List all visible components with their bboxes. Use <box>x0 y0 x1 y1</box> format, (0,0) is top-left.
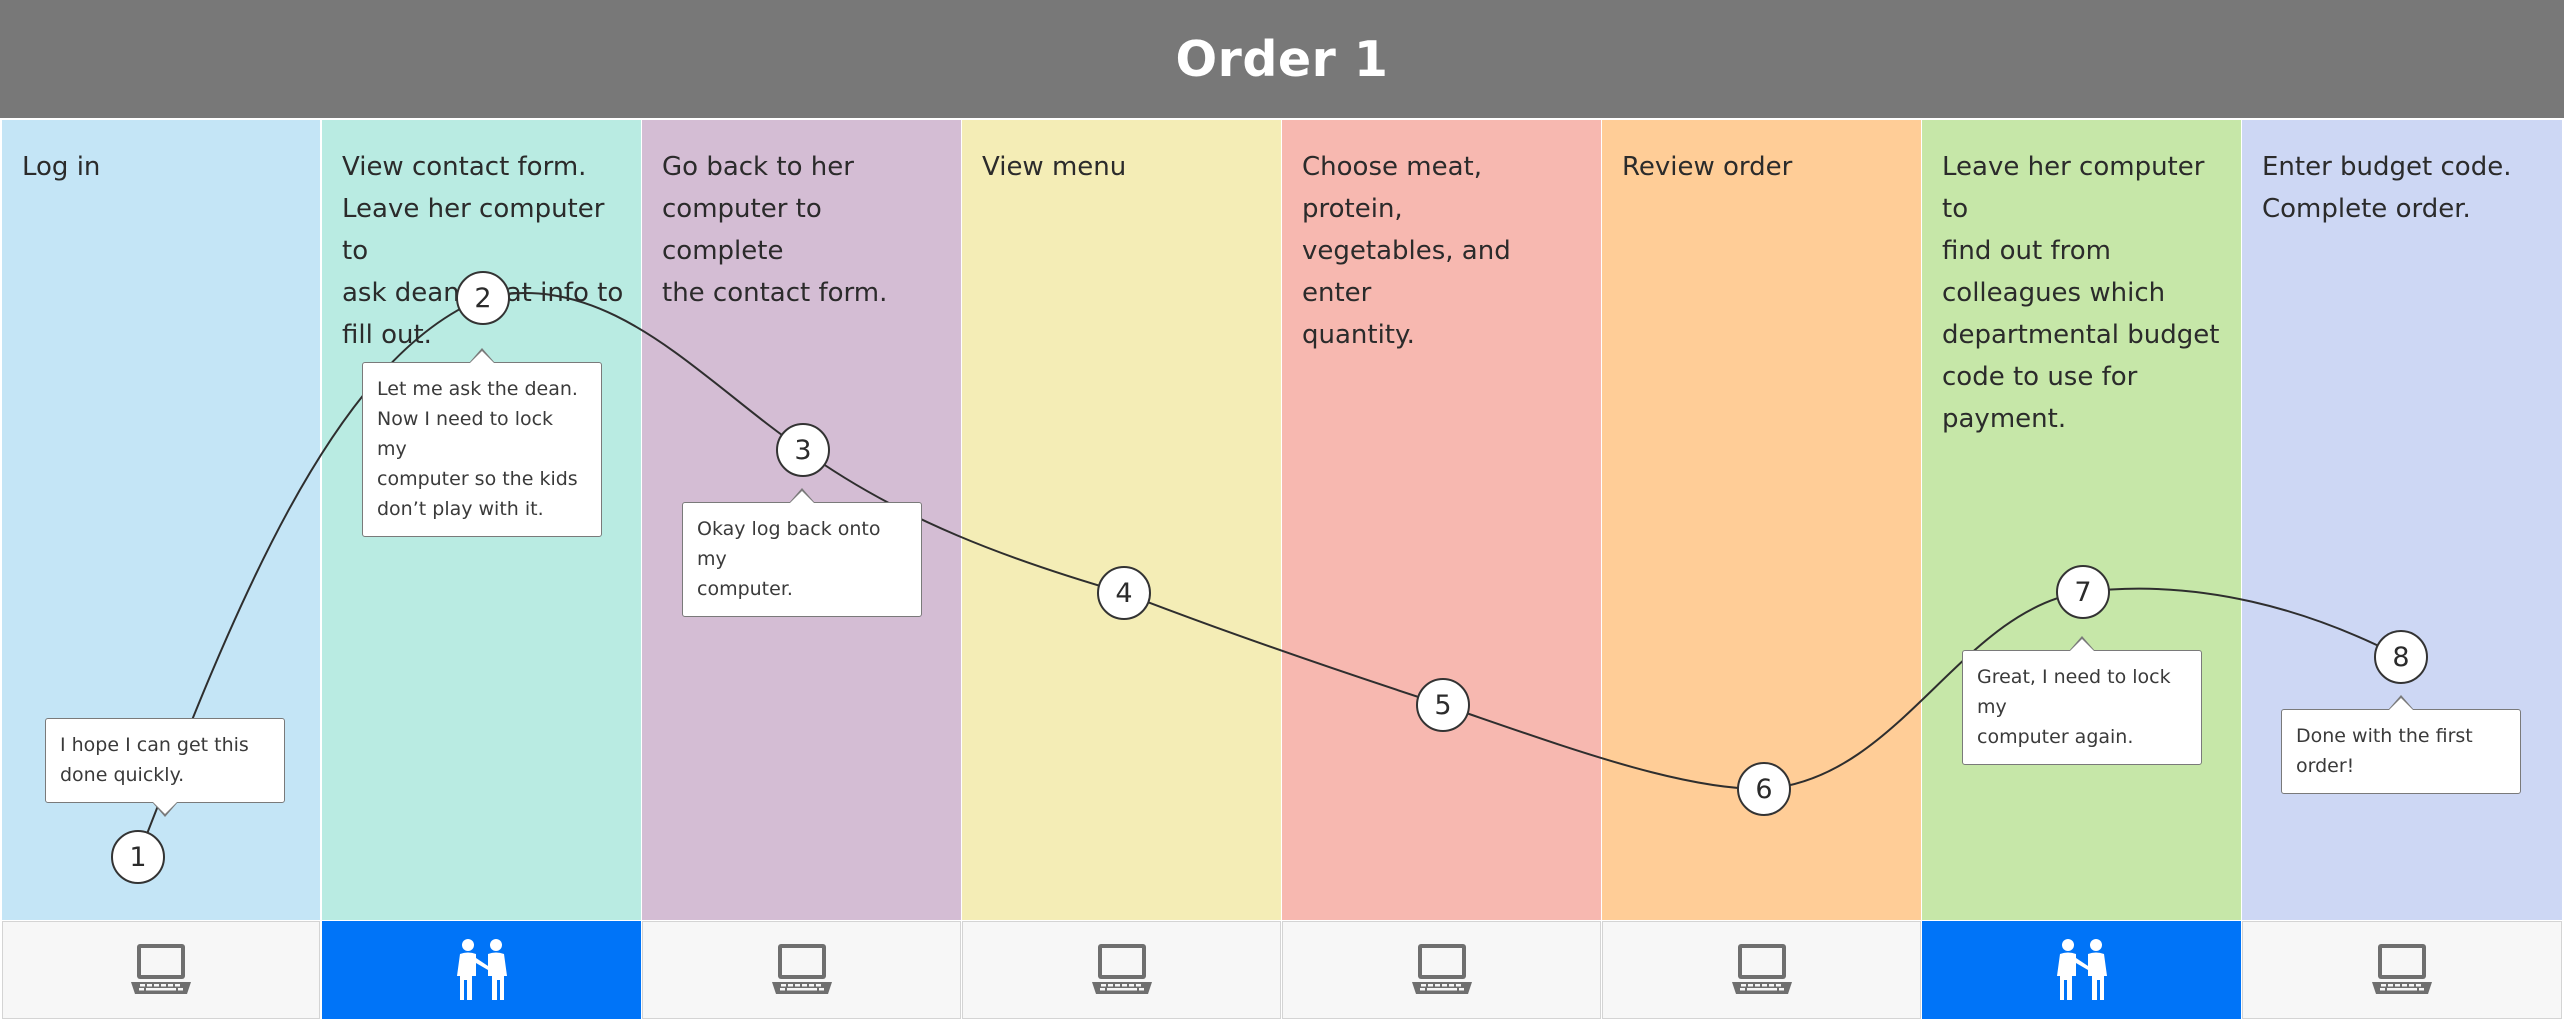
step-comment-bubble: Okay log back onto my computer. <box>682 488 922 617</box>
laptop-icon <box>1411 944 1472 994</box>
stage-channel-cell <box>1922 921 2241 1019</box>
stage-channel-cell <box>322 921 641 1019</box>
stage-channel-cell <box>2242 921 2562 1019</box>
step-number: 7 <box>2074 576 2092 608</box>
step-number: 8 <box>2392 641 2410 673</box>
stage-label: View menu <box>982 152 1127 182</box>
stage-lanes: Log in View contact form. Leave her comp… <box>0 118 2564 1022</box>
laptop-icon <box>131 944 191 994</box>
stage-label: Leave her computer to find out from coll… <box>1942 152 2220 434</box>
step-marker: 2 <box>456 271 510 325</box>
laptop-icon <box>1731 944 1792 994</box>
stage-channel-cell <box>962 921 1281 1019</box>
stage-lane: View menu <box>962 120 1281 920</box>
step-number: 1 <box>129 841 147 873</box>
stage-channel-cell <box>2 921 320 1019</box>
step-number: 5 <box>1434 689 1452 721</box>
step-marker: 1 <box>111 830 165 884</box>
stage-channel-cell <box>1282 921 1601 1019</box>
stage-lane: Choose meat, protein, vegetables, and en… <box>1282 120 1601 920</box>
step-comment-bubble: Done with the first order! <box>2281 695 2521 794</box>
laptop-icon <box>771 944 832 994</box>
stage-channel-cell <box>642 921 961 1019</box>
journey-header: Order 1 <box>0 0 2564 118</box>
journey-title: Order 1 <box>1175 30 1389 88</box>
step-number: 2 <box>474 282 492 314</box>
step-comment-bubble: I hope I can get this done quickly. <box>45 718 285 817</box>
step-number: 4 <box>1115 577 1133 609</box>
step-marker: 5 <box>1416 678 1470 732</box>
laptop-icon <box>1091 944 1152 994</box>
stage-label: Go back to her computer to complete the … <box>662 152 888 308</box>
step-marker: 6 <box>1737 762 1791 816</box>
step-marker: 3 <box>776 423 830 477</box>
step-marker: 4 <box>1097 566 1151 620</box>
step-comment-bubble: Let me ask the dean. Now I need to lock … <box>362 348 602 537</box>
step-marker: 7 <box>2056 565 2110 619</box>
people-talking-icon <box>456 939 507 1000</box>
step-number: 6 <box>1755 773 1773 805</box>
stage-label: Review order <box>1622 152 1793 182</box>
stage-label: Log in <box>22 152 101 182</box>
stage-channel-cell <box>1602 921 1921 1019</box>
stage-lane: Enter budget code. Complete order. <box>2242 120 2562 920</box>
stage-label: Choose meat, protein, vegetables, and en… <box>1302 152 1511 350</box>
step-number: 3 <box>794 434 812 466</box>
step-marker: 8 <box>2374 630 2428 684</box>
step-comment-bubble: Great, I need to lock my computer again. <box>1962 636 2202 765</box>
stage-lane: Leave her computer to find out from coll… <box>1922 120 2241 920</box>
people-talking-icon <box>2056 939 2107 1000</box>
stage-label: Enter budget code. Complete order. <box>2262 152 2512 224</box>
laptop-icon <box>2372 944 2432 994</box>
